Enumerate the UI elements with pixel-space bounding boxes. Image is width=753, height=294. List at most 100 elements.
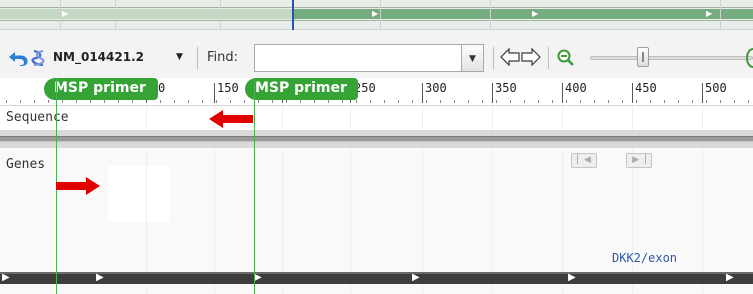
ruler-label: 450 [635,81,657,95]
zoom-in-icon[interactable] [746,48,753,68]
ruler-minor-tick [678,100,679,103]
primer-label: MSP primer [54,80,146,96]
overview-tick [220,0,221,30]
primer-feature[interactable]: MSP primer [245,78,358,100]
ruler-minor-tick [594,100,595,103]
ruler-label: 400 [565,81,587,95]
slider-grip-icon [642,52,644,62]
ruler-minor-tick [20,100,21,103]
ruler-minor-tick [580,100,581,103]
overview-position-marker[interactable] [292,0,294,30]
ruler-minor-tick [132,100,133,103]
primer-boundary-line [254,78,255,294]
ruler-minor-tick [62,100,63,103]
zoom-out-icon[interactable] [556,48,576,68]
overview-strand-arrow-icon: ▶ [706,9,713,18]
ruler-minor-tick [230,100,231,103]
ruler-major-tick [702,83,703,103]
sequence-bar[interactable] [0,136,753,142]
zoom-slider-track[interactable] [590,56,753,60]
ruler-minor-tick [720,100,721,103]
strand-arrow-icon: ▶ [412,272,420,283]
ruler-minor-tick [300,100,301,103]
forward-primer-arrow-icon [56,177,100,195]
ruler-minor-tick [76,100,77,103]
ruler-minor-tick [370,100,371,103]
zoom-slider-thumb[interactable] [637,47,649,67]
ruler-minor-tick [34,100,35,103]
ruler-minor-tick [538,100,539,103]
strand-arrow-icon: ▶ [726,272,734,283]
ruler-label: 300 [425,81,447,95]
ruler-minor-tick [118,100,119,103]
ruler-minor-tick [286,100,287,103]
find-input[interactable] [254,44,462,72]
chevron-down-icon[interactable]: ▼ [176,52,183,62]
ruler-minor-tick [496,100,497,103]
ruler-minor-tick [664,100,665,103]
overview-tick [380,0,381,30]
ruler-minor-tick [90,100,91,103]
toolbar-separator [493,47,494,69]
strand-arrow-icon: ▶ [254,272,262,283]
ruler-minor-tick [692,100,693,103]
ruler-minor-tick [216,100,217,103]
ruler-minor-tick [258,100,259,103]
ruler-minor-tick [412,100,413,103]
ruler-minor-tick [650,100,651,103]
ruler-minor-tick [342,100,343,103]
overview-tick [60,0,61,30]
ruler-minor-tick [440,100,441,103]
ruler-major-tick [492,83,493,103]
ruler-minor-tick [328,100,329,103]
pager-prev-icon[interactable]: ▏◀ [571,153,597,168]
overview-tick [720,0,721,30]
toolbar-separator [548,47,549,69]
ruler-minor-tick [524,100,525,103]
ruler-minor-tick [510,100,511,103]
ruler-minor-tick [272,100,273,103]
primer-feature[interactable]: MSP primer [44,78,158,100]
ruler-label: 150 [217,81,239,95]
find-label: Find: [207,50,239,65]
ruler-minor-tick [468,100,469,103]
ruler-minor-tick [6,100,7,103]
ruler-minor-tick [104,100,105,103]
toolbar-separator [197,47,198,69]
exon-label: DKK2/exon [612,251,678,265]
ruler-minor-tick [356,100,357,103]
strand-arrow-icon: ▶ [2,272,10,283]
overview-top-line [0,7,753,8]
ruler-minor-tick [426,100,427,103]
overview-tick [115,0,116,30]
undo-icon[interactable] [8,50,28,66]
ruler-minor-tick [734,100,735,103]
sequence-track-label: Sequence [6,110,69,125]
overview-panel[interactable]: ▶ ▶ ▶ ▶ [0,0,753,30]
accession-selector[interactable]: NM_014421.2 [53,50,144,64]
ruler-minor-tick [454,100,455,103]
ruler-label: 500 [705,81,727,95]
gene-feature-bar[interactable] [0,272,753,284]
toolbar: NM_014421.2 ▼ Find: ▼ [0,30,753,78]
ruler-minor-tick [48,100,49,103]
ruler-minor-tick [160,100,161,103]
ruler-minor-tick [314,100,315,103]
overview-tick [490,0,491,30]
ruler-minor-tick [622,100,623,103]
ruler-minor-tick [398,100,399,103]
nav-right-icon[interactable] [521,48,541,66]
ruler-minor-tick [748,100,749,103]
ruler-minor-tick [174,100,175,103]
coordinate-ruler: 0 150 250 300 350 400 450 500 MSP primer… [0,78,753,106]
overview-band-highlight [293,9,753,19]
ruler-label: 0 [158,81,166,95]
ruler-minor-tick [202,100,203,103]
ruler-minor-tick [188,100,189,103]
sequence-icon[interactable] [30,49,48,67]
ruler-minor-tick [384,100,385,103]
find-dropdown-button[interactable]: ▼ [462,44,484,72]
reverse-primer-arrow-icon [209,110,253,128]
pager-next-icon[interactable]: ▶▕ [626,153,652,168]
nav-left-icon[interactable] [500,48,520,66]
